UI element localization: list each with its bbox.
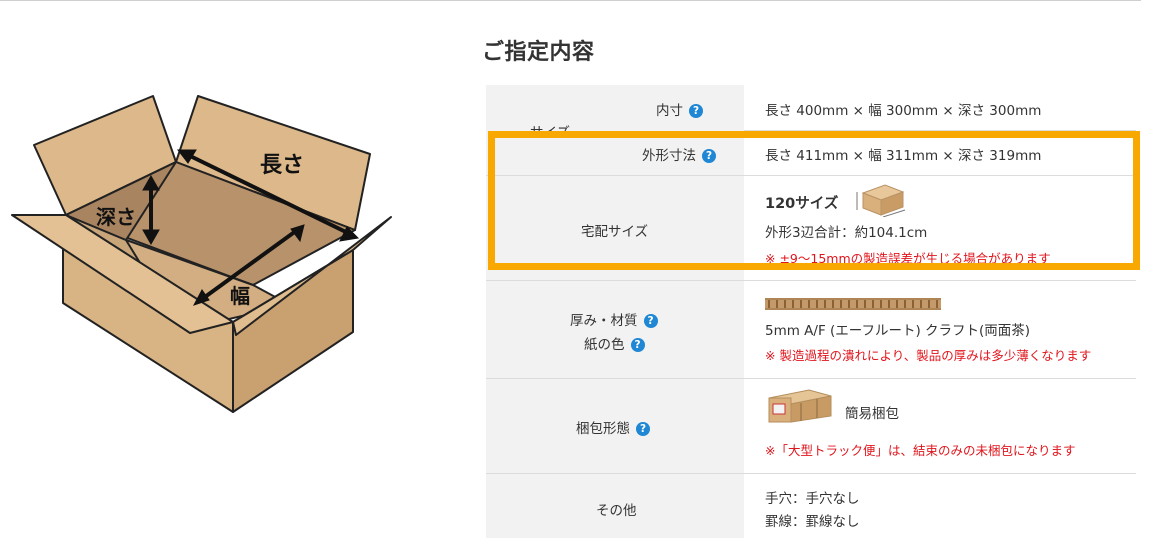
hand-hole-value: 手穴：手穴なし [765, 491, 860, 507]
flute-cross-section-image [765, 283, 945, 313]
packing-note: ※「大型トラック便」は、結束のみの未梱包になります [765, 443, 1076, 458]
crease-value: 罫線：罫線なし [765, 514, 860, 530]
material-value: 5mm A/F (エーフルート) クラフト(両面茶) [765, 323, 1031, 339]
packing-label: 梱包形態? [576, 417, 650, 437]
page-title: ご指定内容 [482, 40, 595, 65]
box-illustration: 長さ 深さ 幅 [11, 95, 392, 413]
width-label: 幅 [230, 284, 250, 308]
inner-help-icon[interactable]: ? [689, 104, 703, 118]
packing-value: 簡易梱包 [845, 406, 899, 422]
inner-dimension-value: 長さ 400mm × 幅 300mm × 深さ 300mm [765, 103, 1042, 119]
paper-color-label: 紙の色? [584, 333, 645, 353]
top-divider [0, 0, 1141, 1]
packing-help-icon[interactable]: ? [636, 422, 650, 436]
material-note: ※ 製造過程の潰れにより、製品の厚みは多少薄くなります [765, 348, 1092, 363]
other-label: その他 [596, 503, 637, 519]
highlight-frame [488, 131, 1140, 270]
length-label: 長さ [260, 153, 304, 178]
bundle-image [768, 389, 832, 423]
depth-label: 深さ [96, 205, 136, 229]
paper-color-help-icon[interactable]: ? [630, 338, 645, 352]
inner-dimension-label: 内寸? [656, 99, 703, 119]
material-help-icon[interactable]: ? [643, 314, 658, 328]
material-label: 厚み・材質? [570, 309, 658, 329]
